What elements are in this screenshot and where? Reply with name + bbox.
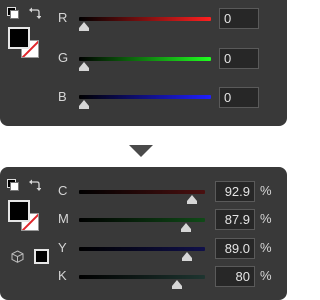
channel-label: C	[58, 183, 68, 198]
percent-unit: %	[260, 268, 272, 283]
percent-unit: %	[260, 211, 272, 226]
cmyk-color-panel: C 92.9 % M 87.9 % Y 89.0 % K 80 %	[0, 167, 287, 300]
channel-slider-track[interactable]	[79, 247, 205, 251]
channel-row-y: Y 89.0 %	[0, 238, 287, 261]
channel-value-field[interactable]: 87.9	[215, 209, 255, 230]
foreground-color-swatch[interactable]	[8, 27, 30, 49]
channel-row-b: B 0	[0, 87, 287, 109]
channel-row-r: R 0	[0, 8, 287, 31]
foreground-color-swatch[interactable]	[8, 200, 30, 222]
channel-value-field[interactable]: 0	[219, 48, 259, 69]
channel-slider-thumb[interactable]	[186, 195, 197, 204]
channel-row-g: G 0	[0, 48, 287, 71]
percent-unit: %	[260, 183, 272, 198]
color-panels-illustration: R 0 G 0 B 0 C 92.9 % M 87.9 % Y 89.0 % K…	[0, 0, 287, 300]
channel-slider-track[interactable]	[79, 275, 205, 279]
rgb-color-panel: R 0 G 0 B 0	[0, 0, 287, 126]
channel-value-field[interactable]: 0	[219, 8, 259, 29]
channel-slider-track[interactable]	[79, 218, 205, 222]
channel-label: K	[58, 268, 67, 283]
channel-slider-thumb[interactable]	[79, 22, 89, 31]
channel-slider-thumb[interactable]	[182, 252, 193, 261]
channel-label: G	[58, 50, 69, 65]
channel-slider-thumb[interactable]	[180, 223, 191, 232]
channel-label: Y	[58, 240, 67, 255]
channel-row-k: K 80 %	[0, 266, 287, 289]
channel-label: R	[58, 10, 68, 25]
channel-slider-track[interactable]	[79, 190, 205, 194]
channel-row-c: C 92.9 %	[0, 181, 287, 204]
channel-value-field[interactable]: 80	[215, 266, 255, 287]
channel-label: B	[58, 89, 67, 104]
down-arrow-icon	[129, 145, 153, 157]
percent-unit: %	[260, 240, 272, 255]
channel-slider-track[interactable]	[79, 17, 211, 21]
channel-value-field[interactable]: 89.0	[215, 238, 255, 259]
channel-value-field[interactable]: 92.9	[215, 181, 255, 202]
channel-slider-thumb[interactable]	[171, 280, 182, 289]
channel-row-m: M 87.9 %	[0, 209, 287, 232]
channel-slider-thumb[interactable]	[79, 62, 89, 71]
channel-slider-track[interactable]	[79, 57, 211, 61]
channel-label: M	[58, 211, 69, 226]
channel-value-field[interactable]: 0	[219, 87, 259, 108]
channel-slider-track[interactable]	[79, 95, 211, 99]
channel-slider-thumb[interactable]	[79, 100, 89, 109]
